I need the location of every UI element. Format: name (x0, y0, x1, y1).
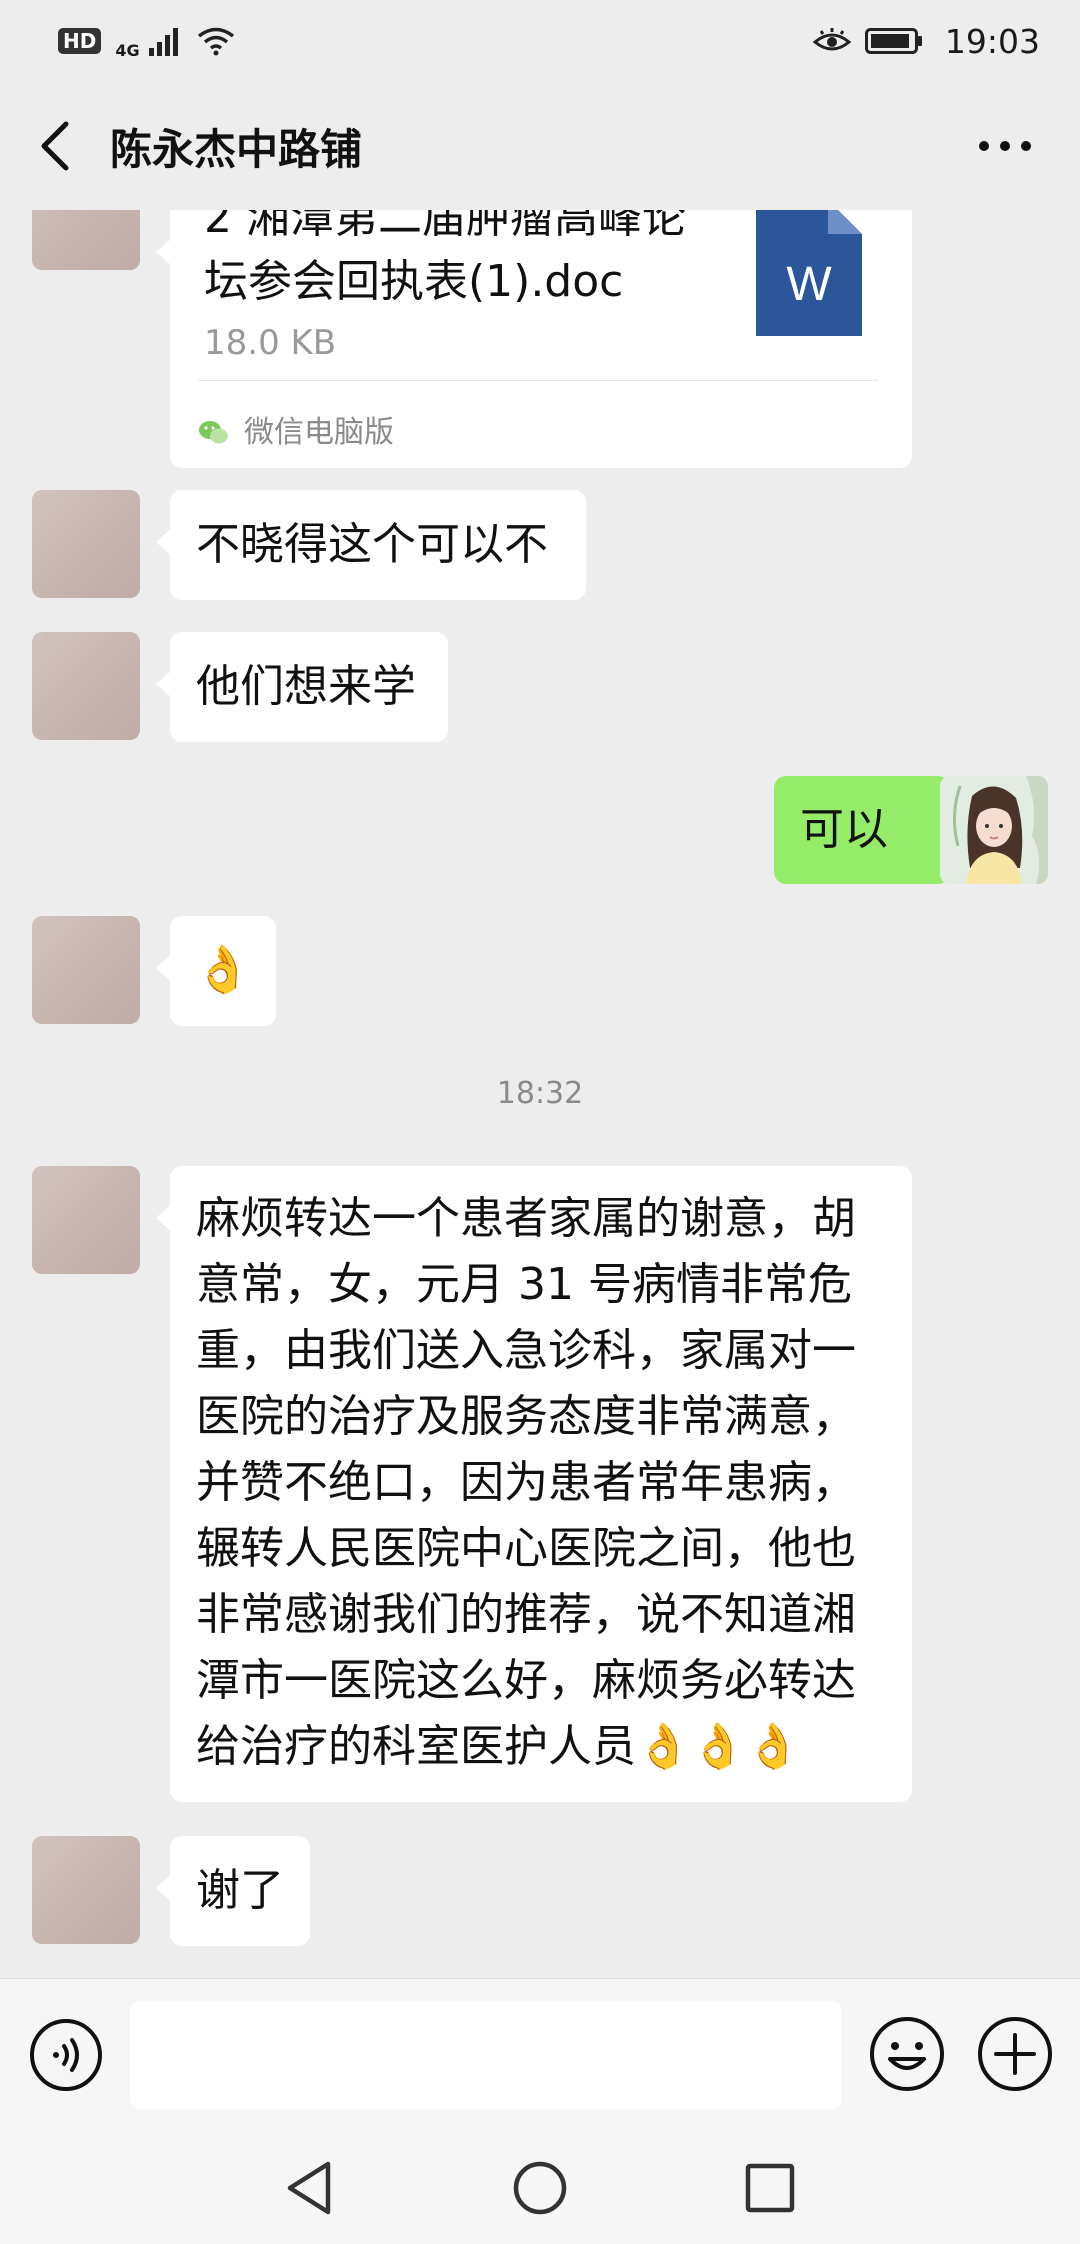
message-bubble-outgoing[interactable]: 可以 (774, 776, 964, 884)
contact-avatar[interactable] (32, 916, 140, 1024)
message-bubble[interactable]: 谢了 (156, 1836, 310, 1946)
ok-hand-emoji: 👌 (194, 942, 252, 996)
smiley-icon (870, 2017, 944, 2091)
chat-title: 陈永杰中路铺 (110, 124, 363, 174)
network-type: 4G (115, 40, 140, 60)
message-text: 可以 (800, 804, 888, 855)
contact-avatar[interactable] (32, 1166, 140, 1274)
status-right: 19:03 (812, 21, 1040, 61)
message-text: 谢了 (196, 1865, 284, 1916)
message-bubble[interactable]: 麻烦转达一个患者家属的谢意，胡意常，女，元月 31 号病情非常危重，由我们送入急… (156, 1166, 912, 1802)
plus-circle-icon (978, 2017, 1052, 2091)
nav-home-button[interactable] (500, 2148, 580, 2228)
nav-recents-button[interactable] (730, 2148, 810, 2228)
contact-avatar[interactable] (32, 632, 140, 740)
file-message[interactable]: 2 湘潭第二届肿瘤高峰论坛参会回执表(1).doc 18.0 KB W 微信电脑… (156, 210, 912, 468)
message-input[interactable] (130, 2001, 842, 2109)
more-dots-icon (979, 141, 1031, 151)
chevron-left-icon (41, 121, 69, 171)
contact-avatar[interactable] (32, 210, 140, 270)
message-text: 不晓得这个可以不 (196, 519, 548, 570)
wechat-icon (199, 421, 228, 444)
wifi-icon (197, 27, 234, 56)
chat-area[interactable]: 2 湘潭第二届肿瘤高峰论坛参会回执表(1).doc 18.0 KB W 微信电脑… (0, 210, 1080, 1978)
emoji-button[interactable] (868, 2015, 946, 2093)
battery-icon (864, 28, 922, 54)
word-doc-letter: W (786, 258, 832, 311)
word-doc-icon: W (756, 210, 862, 336)
file-divider (198, 380, 878, 381)
my-avatar[interactable] (940, 776, 1048, 884)
square-recents-icon (745, 2163, 795, 2213)
status-left: HD 4G (58, 23, 236, 60)
nav-back-button[interactable] (270, 2148, 350, 2228)
more-button[interactable] (970, 116, 1040, 176)
contact-avatar[interactable] (32, 1836, 140, 1944)
hd-badge: HD (58, 28, 102, 54)
message-bubble[interactable]: 👌 (156, 916, 276, 1026)
timestamp: 18:32 (496, 1076, 584, 1111)
more-actions-button[interactable] (976, 2015, 1054, 2093)
file-source-label: 微信电脑版 (244, 415, 394, 450)
signal-icon (148, 28, 178, 56)
circle-home-icon (513, 2161, 567, 2215)
back-button[interactable] (0, 82, 110, 210)
file-source: 微信电脑版 (198, 400, 394, 466)
user-avatar-illustration (940, 776, 1048, 884)
input-bar (0, 1978, 1080, 2132)
file-size: 18.0 KB (204, 323, 337, 363)
voice-icon (30, 2019, 102, 2091)
file-name: 2 湘潭第二届肿瘤高峰论坛参会回执表(1).doc (204, 210, 686, 307)
clock: 19:03 (944, 21, 1040, 61)
contact-avatar[interactable] (32, 490, 140, 598)
triangle-back-icon (287, 2161, 331, 2215)
message-text: 麻烦转达一个患者家属的谢意，胡意常，女，元月 31 号病情非常危重，由我们送入急… (196, 1193, 856, 1772)
title-bar: 陈永杰中路铺 (0, 82, 1080, 210)
eye-comfort-icon (812, 28, 851, 51)
status-bar: HD 4G 19:03 (0, 0, 1080, 82)
message-text: 他们想来学 (196, 661, 416, 712)
voice-button[interactable] (28, 2017, 104, 2093)
message-bubble[interactable]: 不晓得这个可以不 (156, 490, 586, 600)
system-nav-bar (0, 2132, 1080, 2244)
message-bubble[interactable]: 他们想来学 (156, 632, 448, 742)
